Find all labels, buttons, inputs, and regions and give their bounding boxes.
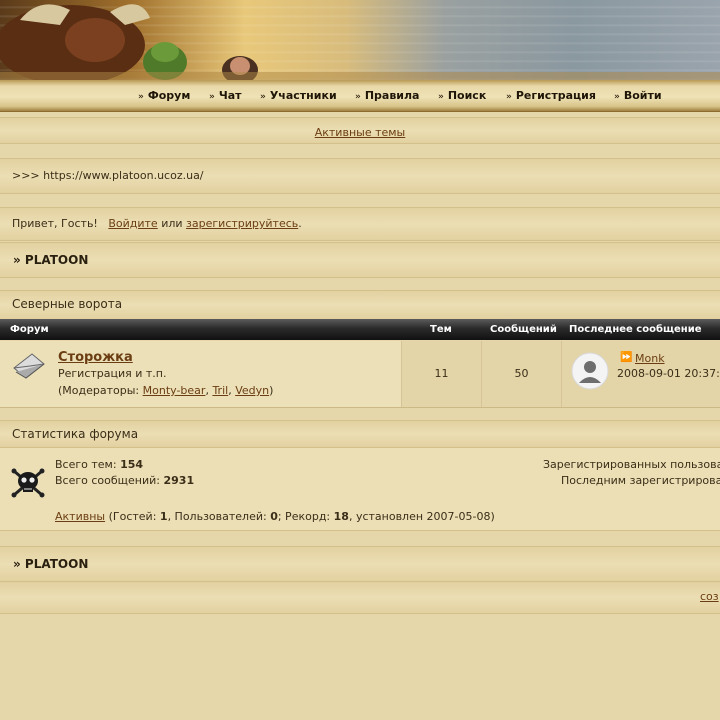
footer-header: » PLATOON (0, 546, 720, 582)
total-posts: Всего сообщений: 2931 (55, 474, 194, 487)
double-chevron-icon: » (209, 92, 215, 102)
nav-chat[interactable]: » Чат (209, 89, 242, 102)
nav-bar: » Форум » Чат » Участники » Правила » Поиск »… (0, 80, 720, 112)
nav-forum[interactable]: » Форум (138, 89, 190, 102)
users-label: , Пользователей: (167, 510, 267, 523)
site-url-text: >>> https://www.platoon.ucoz.ua/ (12, 169, 204, 182)
section-header: » PLATOON (0, 242, 720, 278)
col-last-post: Последнее сообщение (569, 324, 702, 335)
nav-login[interactable]: » Войти (614, 89, 662, 102)
active-topics-bar: Активные темы (0, 117, 720, 144)
category-title: Северные ворота (12, 297, 123, 311)
online-stats: Активны (Гостей: 1, Пользователей: 0; Ре… (55, 510, 495, 523)
forum-table-header: Форум Тем Сообщений Последнее сообщение (0, 319, 720, 340)
record-date: , установлен 2007-05-08) (348, 510, 495, 523)
skull-icon (11, 468, 45, 498)
post-count: 50 (514, 367, 529, 380)
avatar[interactable] (571, 352, 609, 390)
double-chevron-icon: » (260, 92, 266, 102)
active-users-link[interactable]: Активны (55, 510, 105, 523)
go-to-last-post-icon[interactable]: ⏩ (620, 352, 632, 363)
nav-register[interactable]: » Регистрация (506, 89, 596, 102)
last-post-time: 2008-09-01 20:37: (617, 367, 720, 380)
total-posts-value: 2931 (163, 474, 195, 487)
greeting-bar: Привет, Гость! Войдите или зарегистрируй… (0, 207, 720, 241)
greeting-or: или (161, 217, 183, 230)
moderators-close: ) (269, 384, 274, 397)
footer-link[interactable]: соз (700, 590, 719, 603)
nav-members-label: Участники (269, 89, 337, 102)
section-title: » PLATOON (13, 253, 89, 267)
header-artwork (0, 4, 720, 80)
forum-name-link[interactable]: Сторожка (58, 350, 133, 365)
site-url-bar: >>> https://www.platoon.ucoz.ua/ (0, 158, 720, 194)
total-posts-label: Всего сообщений: (55, 474, 160, 487)
last-post-user-link[interactable]: Monk (635, 352, 665, 365)
login-link[interactable]: Войдите (108, 217, 157, 230)
total-topics: Всего тем: 154 (55, 458, 143, 471)
footer-title: » PLATOON (13, 557, 89, 571)
forum-moderators: (Модераторы: Monty-bear, Tril, Vedyn) (58, 384, 274, 397)
total-topics-label: Всего тем: (55, 458, 117, 471)
forum-description: Регистрация и т.п. (58, 367, 167, 380)
col-divider (561, 341, 562, 407)
total-topics-value: 154 (120, 458, 144, 471)
nav-forum-label: Форум (147, 89, 191, 102)
active-topics-link[interactable]: Активные темы (315, 126, 406, 139)
moderators-label: (Модераторы: (58, 384, 140, 397)
guests-label: (Гостей: (108, 510, 157, 523)
nav-members[interactable]: » Участники (260, 89, 337, 102)
double-chevron-icon: » (138, 92, 144, 102)
greeting-prefix: Привет, Гость! (12, 217, 98, 230)
double-chevron-icon: » (438, 92, 444, 102)
double-chevron-icon: » (506, 92, 512, 102)
stats-panel: Всего тем: 154 Всего сообщений: 2931 Зар… (0, 448, 720, 531)
forum-envelope-icon (13, 353, 45, 379)
col-posts: Сообщений (490, 324, 557, 335)
nav-rules-label: Правила (364, 89, 420, 102)
record-label: ; Рекорд: (277, 510, 331, 523)
footer-bar: соз (0, 581, 720, 614)
col-forum: Форум (10, 324, 49, 335)
col-topics: Тем (430, 324, 452, 335)
forum-row: Сторожка Регистрация и т.п. (Модераторы:… (0, 341, 720, 408)
guests-value: 1 (159, 510, 168, 523)
nav-rules[interactable]: » Правила (355, 89, 419, 102)
moderator-link[interactable]: Vedyn (235, 384, 269, 397)
moderator-link[interactable]: Monty-bear (143, 384, 206, 397)
topic-count: 11 (434, 367, 449, 380)
nav-login-label: Войти (623, 89, 662, 102)
double-chevron-icon: » (614, 92, 620, 102)
nav-search-label: Поиск (447, 89, 487, 102)
double-chevron-icon: » (355, 92, 361, 102)
users-value: 0 (270, 510, 278, 523)
nav-chat-label: Чат (218, 89, 242, 102)
category-bar: Северные ворота (0, 290, 720, 320)
record-value: 18 (333, 510, 349, 523)
moderator-link[interactable]: Tril (212, 384, 228, 397)
register-link[interactable]: зарегистрируйтесь (186, 217, 298, 230)
header-banner (0, 0, 720, 80)
greeting-suffix: . (298, 217, 302, 230)
nav-search[interactable]: » Поиск (438, 89, 486, 102)
last-registered: Последним зарегистрирова (561, 474, 720, 487)
nav-register-label: Регистрация (515, 89, 596, 102)
stats-title: Статистика форума (12, 427, 139, 441)
greeting-text: Привет, Гость! Войдите или зарегистрируй… (12, 217, 302, 230)
registered-users: Зарегистрированных пользова (543, 458, 720, 471)
stats-title-bar: Статистика форума (0, 420, 720, 448)
